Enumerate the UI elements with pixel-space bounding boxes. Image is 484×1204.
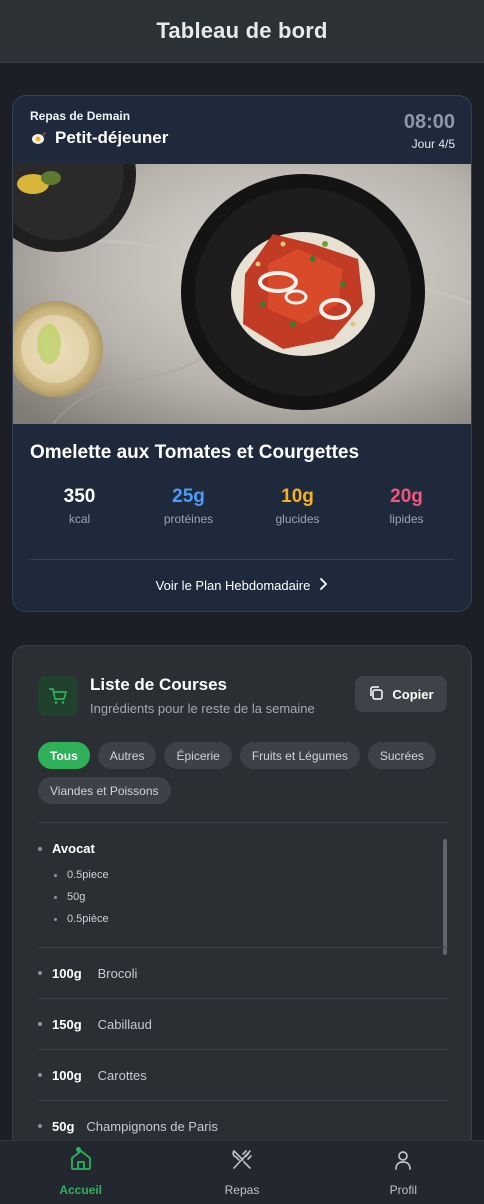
nav-item-meals[interactable]: Repas xyxy=(161,1141,322,1204)
copy-label: Copier xyxy=(392,686,434,702)
bullet xyxy=(38,1124,42,1128)
list-item[interactable]: 100g Brocoli xyxy=(38,947,448,998)
shopping-list-subtitle: Ingrédients pour le reste de la semaine xyxy=(90,701,315,716)
macro-label: protéines xyxy=(163,512,214,526)
macro-value: 20g xyxy=(390,486,423,507)
list-item[interactable]: 150g Cabillaud xyxy=(38,998,448,1049)
macro-value: 10g xyxy=(281,486,314,507)
meal-title: Petit-déjeuner xyxy=(55,128,169,147)
frying-egg-icon xyxy=(30,130,48,146)
meal-title-row: Petit-déjeuner xyxy=(30,128,168,148)
copy-button[interactable]: Copier xyxy=(355,676,447,712)
active-indicator-dot xyxy=(76,1147,81,1152)
macro-label: lipides xyxy=(389,512,424,526)
item-quantity: 50g xyxy=(52,1118,75,1134)
amount-text: 0.5piece xyxy=(67,869,109,881)
meal-time: 08:00 xyxy=(403,111,455,133)
item-amounts: 0.5piece 50g 0.5pièce xyxy=(38,864,448,930)
nav-label: Accueil xyxy=(59,1183,102,1197)
item-name: Cabillaud xyxy=(97,1016,152,1032)
macro-label: glucides xyxy=(275,512,320,526)
meal-photo xyxy=(13,164,471,424)
cart-icon xyxy=(38,676,78,716)
list-item[interactable]: Avocat 0.5piece 50g 0.5pièce xyxy=(38,841,448,930)
shopping-list-card: Liste de Courses Ingrédients pour le res… xyxy=(12,645,472,1204)
item-quantity: 100g xyxy=(52,965,82,981)
item-amount: 50g xyxy=(54,886,448,908)
meal-subtitle: Repas de Demain xyxy=(30,109,131,123)
item-quantity: 100g xyxy=(52,1067,82,1083)
amount-text: 50g xyxy=(67,891,86,903)
item-name: Carottes xyxy=(97,1067,147,1083)
meal-day-counter: Jour 4/5 xyxy=(411,137,455,151)
tomorrow-meal-card[interactable]: Repas de Demain Petit-déjeuner 08:00 Jou… xyxy=(12,95,472,612)
item-name: Avocat xyxy=(52,841,95,856)
scrollbar-thumb[interactable] xyxy=(443,839,447,955)
item-amount: 0.5piece xyxy=(54,864,448,886)
bullet xyxy=(38,971,42,975)
shopping-list-title: Liste de Courses xyxy=(90,675,227,694)
filter-chip-all[interactable]: Tous xyxy=(38,742,90,769)
macro-label: kcal xyxy=(68,512,91,526)
nav-item-profile[interactable]: Profil xyxy=(323,1141,484,1204)
macro-value: 350 xyxy=(63,486,96,507)
nav-label: Repas xyxy=(224,1183,260,1197)
macro-protein: 25g protéines xyxy=(134,486,243,526)
amount-text: 0.5pièce xyxy=(67,913,109,925)
nav-label: Profil xyxy=(389,1183,417,1197)
category-filters: Tous Autres Épicerie Fruits et Légumes S… xyxy=(38,742,458,804)
item-name-row: Avocat xyxy=(38,841,448,856)
page-title: Tableau de bord xyxy=(156,18,328,43)
list-divider xyxy=(38,822,448,823)
copy-icon xyxy=(368,685,384,704)
weekly-plan-label: Voir le Plan Hebdomadaire xyxy=(155,578,311,593)
item-name: Brocoli xyxy=(97,965,138,981)
dish-name: Omelette aux Tomates et Courgettes xyxy=(30,442,360,463)
card-divider xyxy=(30,559,454,560)
fork-knife-icon xyxy=(230,1148,254,1177)
bullet xyxy=(38,846,42,851)
macro-carbs: 10g glucides xyxy=(243,486,352,526)
bullet xyxy=(54,873,57,877)
bottom-navigation: Accueil Repas Profil xyxy=(0,1140,484,1204)
item-quantity: 150g xyxy=(52,1016,82,1032)
macro-value: 25g xyxy=(172,486,205,507)
app-header: Tableau de bord xyxy=(0,0,484,63)
item-name: Champignons de Paris xyxy=(86,1118,218,1134)
weekly-plan-link[interactable]: Voir le Plan Hebdomadaire xyxy=(13,578,471,593)
bullet xyxy=(54,917,57,921)
filter-chip-sweets[interactable]: Sucrées xyxy=(367,742,436,769)
bullet xyxy=(38,1073,42,1077)
filter-chip-grocery[interactable]: Épicerie xyxy=(164,742,232,769)
home-icon xyxy=(69,1148,93,1177)
macros-row: 350 kcal 25g protéines 10g glucides 20g … xyxy=(25,486,461,526)
user-icon xyxy=(391,1148,415,1177)
filter-chip-meat-fish[interactable]: Viandes et Poissons xyxy=(38,777,171,804)
list-item[interactable]: 100g Carottes xyxy=(38,1049,448,1100)
filter-chip-others[interactable]: Autres xyxy=(97,742,157,769)
macro-fat: 20g lipides xyxy=(352,486,461,526)
item-amount: 0.5pièce xyxy=(54,908,448,930)
filter-chip-fruits-vegetables[interactable]: Fruits et Légumes xyxy=(239,742,360,769)
macro-kcal: 350 kcal xyxy=(25,486,134,526)
meal-card-header: Repas de Demain Petit-déjeuner 08:00 Jou… xyxy=(13,96,471,164)
chevron-right-icon xyxy=(318,578,328,593)
bullet xyxy=(38,1022,42,1026)
bullet xyxy=(54,895,57,899)
